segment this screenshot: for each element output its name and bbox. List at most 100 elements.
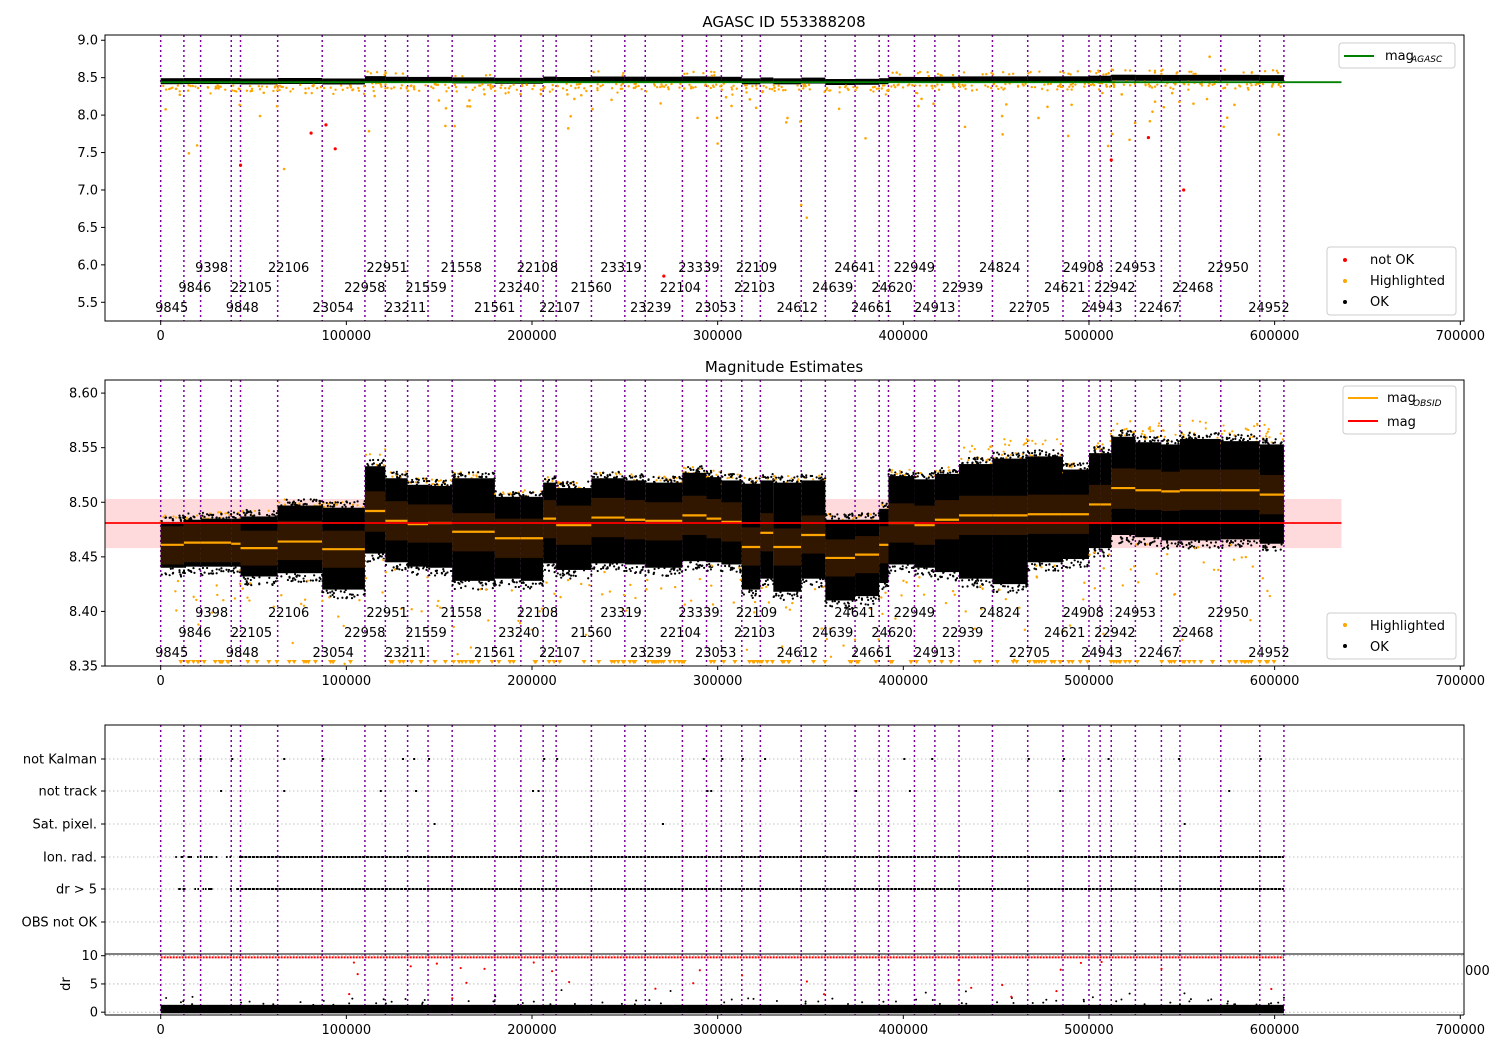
- ok-point: [582, 569, 586, 572]
- ok-point: [647, 569, 650, 572]
- highlighted-point: [1148, 425, 1151, 429]
- dr-ok-point: [521, 1001, 524, 1004]
- ok-point: [244, 583, 247, 586]
- ok-point: [481, 584, 484, 587]
- ok-point: [299, 499, 303, 503]
- highlighted-point: [645, 588, 648, 591]
- legend-ok: OK: [1370, 295, 1389, 310]
- ok-point: [1107, 448, 1110, 451]
- flag-point: [188, 856, 191, 858]
- ok-point: [183, 571, 186, 575]
- ok-band-segment: [1111, 74, 1136, 81]
- ok-point: [886, 584, 889, 588]
- ok-point: [435, 483, 439, 486]
- ok-point: [1240, 545, 1243, 548]
- highlighted-point: [1128, 84, 1132, 87]
- ok-point: [1221, 436, 1224, 439]
- panel1-title: AGASC ID 553388208: [702, 13, 865, 31]
- highlighted-point: [432, 87, 435, 90]
- highlighted-point: [897, 83, 900, 86]
- highlighted-point: [291, 641, 294, 645]
- highlighted-point: [1011, 72, 1015, 75]
- ok-point: [1057, 452, 1060, 455]
- flag-point: [283, 790, 286, 792]
- ok-point: [169, 516, 172, 519]
- panel1-legend-lower: not OK Highlighted OK: [1326, 246, 1457, 316]
- flag-point: [179, 888, 181, 890]
- ok-point: [706, 472, 709, 475]
- ok-point: [1017, 452, 1020, 455]
- highlighted-point: [566, 93, 569, 96]
- ok-point: [1261, 441, 1265, 444]
- p1-ytick-label: 8.0: [77, 109, 98, 124]
- ok-point: [553, 475, 556, 478]
- p1-xtick-label: 600000: [1250, 329, 1300, 344]
- highlighted-point: [690, 85, 693, 88]
- ok-point: [201, 514, 204, 517]
- ok-point: [1155, 436, 1159, 439]
- ok-point: [988, 458, 991, 461]
- highlighted-point: [466, 104, 469, 108]
- highlighted-point: [455, 90, 458, 93]
- ok-point: [1078, 563, 1082, 566]
- ok-point: [356, 593, 359, 597]
- highlighted-point: [250, 87, 254, 91]
- highlighted-point: [265, 85, 269, 88]
- obsid-label: 21558: [441, 261, 482, 276]
- highlighted-point: [730, 88, 734, 91]
- highlighted-point: [1256, 422, 1259, 425]
- ok-point: [178, 516, 181, 519]
- highlighted-point: [589, 84, 592, 88]
- ok-point: [451, 471, 454, 474]
- ok-point: [258, 583, 261, 586]
- ok-point: [692, 568, 695, 571]
- highlighted-point: [192, 595, 195, 599]
- highlighted-point: [777, 88, 780, 91]
- ok-point: [934, 471, 937, 474]
- highlighted-point: [484, 74, 488, 77]
- ok-point: [1062, 463, 1065, 466]
- highlighted-point: [932, 102, 935, 106]
- p1-xtick-label: 200000: [507, 329, 557, 344]
- ok-point: [927, 571, 930, 574]
- highlighted-point: [1053, 564, 1056, 567]
- ok-point: [449, 569, 453, 573]
- panel2-legend-upper: mag OBSID mag: [1342, 385, 1457, 435]
- highlighted-point: [812, 478, 815, 481]
- obsid-label: 22108: [517, 261, 558, 276]
- dr-ok-point: [1169, 1001, 1172, 1004]
- ok-point: [705, 563, 709, 566]
- dr-ok-point: [421, 1001, 424, 1004]
- ok-point: [833, 600, 837, 603]
- ok-point: [377, 552, 381, 556]
- ok-point: [1153, 540, 1156, 543]
- highlighted-point: [447, 86, 450, 90]
- highlighted-point: [1003, 87, 1006, 90]
- highlighted-point: [178, 90, 181, 93]
- highlighted-point: [890, 85, 893, 88]
- ok-point: [258, 509, 261, 512]
- flag-point: [1027, 758, 1030, 760]
- highlighted-point: [556, 84, 559, 88]
- highlighted-point: [1208, 55, 1211, 59]
- ok-point: [981, 459, 984, 462]
- ok-point: [1185, 543, 1188, 547]
- highlighted-point: [1182, 433, 1185, 436]
- highlighted-point: [278, 501, 281, 504]
- highlighted-point: [619, 87, 623, 91]
- obsid-segment: [1134, 422, 1163, 584]
- highlighted-point: [716, 142, 719, 145]
- ok-point: [980, 579, 983, 582]
- highlighted-point: [968, 450, 971, 453]
- ok-point: [889, 569, 893, 572]
- ok-point: [758, 594, 761, 598]
- flag-ytick-label: not track: [38, 785, 97, 800]
- flag-point: [1228, 790, 1231, 792]
- ok-point: [946, 472, 949, 475]
- ok-point: [1000, 457, 1003, 460]
- highlighted-point: [515, 88, 519, 91]
- highlighted-point: [751, 85, 754, 88]
- highlighted-point: [802, 87, 805, 90]
- obsid-label: 22109: [736, 261, 777, 276]
- highlighted-point: [622, 71, 625, 75]
